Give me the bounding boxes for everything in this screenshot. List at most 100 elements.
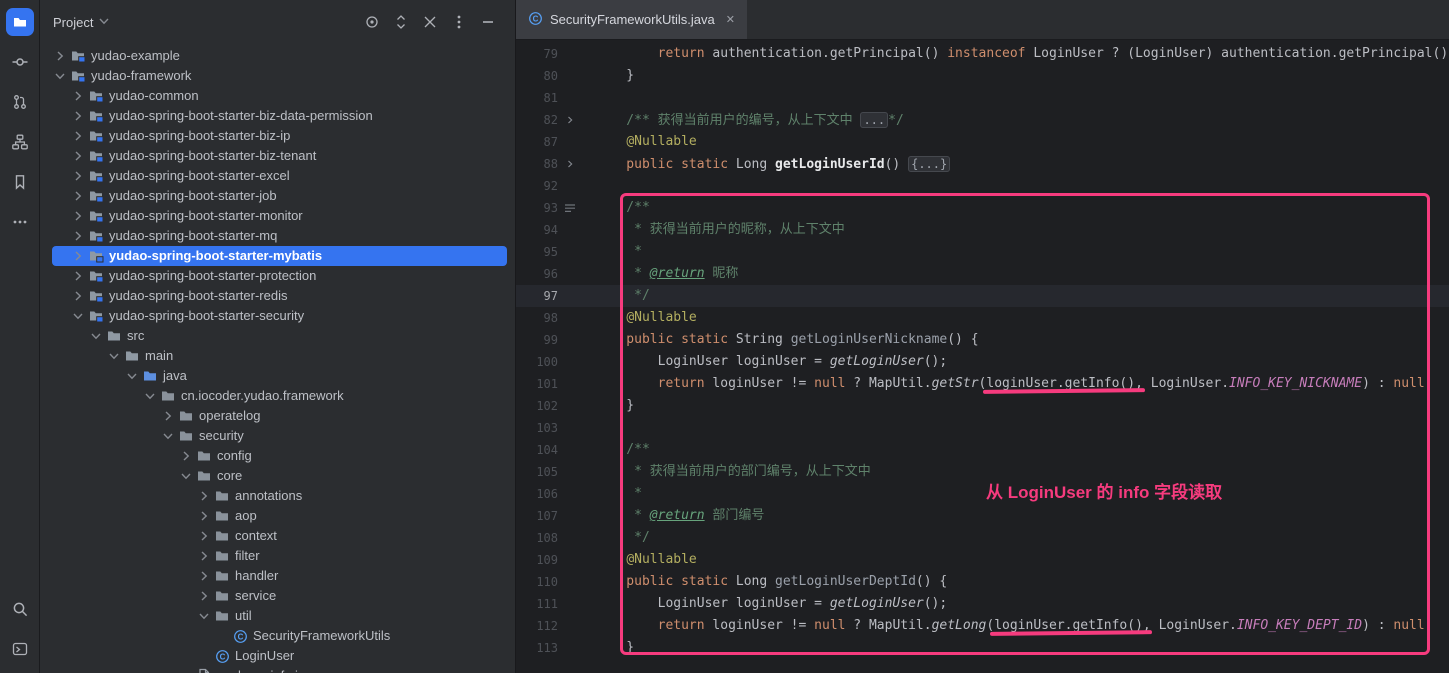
line-number[interactable]: 98 — [516, 307, 558, 329]
chevron-down-icon[interactable] — [178, 468, 194, 484]
code-line[interactable]: 79 return authentication.getPrincipal() … — [516, 43, 1449, 65]
tree-item-yudao-example[interactable]: yudao-example — [52, 46, 507, 66]
search-icon[interactable] — [6, 595, 34, 623]
code-line[interactable]: 113 } — [516, 637, 1449, 659]
code-line[interactable]: 80 } — [516, 65, 1449, 87]
line-number[interactable]: 112 — [516, 615, 558, 637]
tree-item-config[interactable]: config — [52, 446, 507, 466]
chevron-right-icon[interactable] — [160, 408, 176, 424]
line-number[interactable]: 99 — [516, 329, 558, 351]
line-number[interactable]: 87 — [516, 131, 558, 153]
chevron-right-icon[interactable] — [70, 128, 86, 144]
tree-item-yudao-spring-boot-starter-security[interactable]: yudao-spring-boot-starter-security — [52, 306, 507, 326]
code-line[interactable]: 104 /** — [516, 439, 1449, 461]
code-line[interactable]: 98 @Nullable — [516, 307, 1449, 329]
chevron-down-icon[interactable] — [70, 308, 86, 324]
locate-icon[interactable] — [361, 11, 383, 33]
tree-item-yudao-framework[interactable]: yudao-framework — [52, 66, 507, 86]
tree-item-loginuser[interactable]: CLoginUser — [52, 646, 507, 666]
fold-icon[interactable] — [558, 153, 582, 175]
more-vertical-icon[interactable] — [448, 11, 470, 33]
tree-item-cn-iocoder-yudao-framework[interactable]: cn.iocoder.yudao.framework — [52, 386, 507, 406]
tree-item-aop[interactable]: aop — [52, 506, 507, 526]
chevron-right-icon[interactable] — [178, 448, 194, 464]
project-icon[interactable] — [6, 8, 34, 36]
chevron-right-icon[interactable] — [70, 88, 86, 104]
line-number[interactable]: 80 — [516, 65, 558, 87]
code-line[interactable]: 92 — [516, 175, 1449, 197]
line-number[interactable]: 105 — [516, 461, 558, 483]
tree-item-operatelog[interactable]: operatelog — [52, 406, 507, 426]
close-icon[interactable]: ✕ — [726, 13, 735, 26]
code-editor[interactable]: 79 return authentication.getPrincipal() … — [516, 40, 1449, 673]
code-line[interactable]: 82 /** 获得当前用户的编号，从上下文中 ...*/ — [516, 109, 1449, 131]
tree-item-filter[interactable]: filter — [52, 546, 507, 566]
tree-item-handler[interactable]: handler — [52, 566, 507, 586]
line-number[interactable]: 111 — [516, 593, 558, 615]
line-number[interactable]: 101 — [516, 373, 558, 395]
code-line[interactable]: 101 return loginUser != null ? MapUtil.g… — [516, 373, 1449, 395]
tree-item-core[interactable]: core — [52, 466, 507, 486]
tree-item-annotations[interactable]: annotations — [52, 486, 507, 506]
editor-tab[interactable]: C SecurityFrameworkUtils.java ✕ — [516, 0, 747, 39]
tree-item-securityframeworkutils[interactable]: CSecurityFrameworkUtils — [52, 626, 507, 646]
code-line[interactable]: 99 public static String getLoginUserNick… — [516, 329, 1449, 351]
tree-item-yudao-spring-boot-starter-biz-tenant[interactable]: yudao-spring-boot-starter-biz-tenant — [52, 146, 507, 166]
line-number[interactable]: 103 — [516, 417, 558, 439]
tree-item-package-info-java[interactable]: package-info.java — [52, 666, 507, 673]
code-line[interactable]: 109 @Nullable — [516, 549, 1449, 571]
hide-panel-icon[interactable] — [477, 11, 499, 33]
line-number[interactable]: 93 — [516, 197, 558, 219]
chevron-down-icon[interactable] — [88, 328, 104, 344]
code-line[interactable]: 93 /** — [516, 197, 1449, 219]
tree-item-yudao-common[interactable]: yudao-common — [52, 86, 507, 106]
structure-icon[interactable] — [6, 128, 34, 156]
line-number[interactable]: 96 — [516, 263, 558, 285]
tree-item-yudao-spring-boot-starter-biz-data-permission[interactable]: yudao-spring-boot-starter-biz-data-permi… — [52, 106, 507, 126]
commit-icon[interactable] — [6, 48, 34, 76]
tree-item-util[interactable]: util — [52, 606, 507, 626]
chevron-down-icon[interactable] — [52, 68, 68, 84]
code-line[interactable]: 112 return loginUser != null ? MapUtil.g… — [516, 615, 1449, 637]
expand-all-icon[interactable] — [390, 11, 412, 33]
line-number[interactable]: 82 — [516, 109, 558, 131]
code-line[interactable]: 108 */ — [516, 527, 1449, 549]
code-line[interactable]: 111 LoginUser loginUser = getLoginUser()… — [516, 593, 1449, 615]
terminal-icon[interactable] — [6, 635, 34, 663]
tree-item-yudao-spring-boot-starter-job[interactable]: yudao-spring-boot-starter-job — [52, 186, 507, 206]
tree-item-yudao-spring-boot-starter-mybatis[interactable]: yudao-spring-boot-starter-mybatis — [52, 246, 507, 266]
tree-item-yudao-spring-boot-starter-excel[interactable]: yudao-spring-boot-starter-excel — [52, 166, 507, 186]
chevron-right-icon[interactable] — [70, 188, 86, 204]
chevron-down-icon[interactable] — [106, 348, 122, 364]
code-line[interactable]: 88 public static Long getLoginUserId() {… — [516, 153, 1449, 175]
tree-item-main[interactable]: main — [52, 346, 507, 366]
fold-icon[interactable] — [558, 109, 582, 131]
project-tool-menu[interactable]: Project — [53, 13, 112, 32]
tree-item-yudao-spring-boot-starter-redis[interactable]: yudao-spring-boot-starter-redis — [52, 286, 507, 306]
chevron-right-icon[interactable] — [70, 108, 86, 124]
chevron-down-icon[interactable] — [160, 428, 176, 444]
line-number[interactable]: 81 — [516, 87, 558, 109]
line-number[interactable]: 97 — [516, 285, 558, 307]
code-line[interactable]: 102 } — [516, 395, 1449, 417]
chevron-right-icon[interactable] — [196, 548, 212, 564]
chevron-right-icon[interactable] — [70, 228, 86, 244]
line-number[interactable]: 108 — [516, 527, 558, 549]
chevron-right-icon[interactable] — [70, 168, 86, 184]
line-number[interactable]: 106 — [516, 483, 558, 505]
line-number[interactable]: 79 — [516, 43, 558, 65]
code-line[interactable]: 106 * — [516, 483, 1449, 505]
more-icon[interactable] — [6, 208, 34, 236]
line-number[interactable]: 100 — [516, 351, 558, 373]
code-line[interactable]: 105 * 获得当前用户的部门编号，从上下文中 — [516, 461, 1449, 483]
line-number[interactable]: 88 — [516, 153, 558, 175]
tree-item-yudao-spring-boot-starter-mq[interactable]: yudao-spring-boot-starter-mq — [52, 226, 507, 246]
code-line[interactable]: 94 * 获得当前用户的昵称，从上下文中 — [516, 219, 1449, 241]
tree-item-service[interactable]: service — [52, 586, 507, 606]
chevron-right-icon[interactable] — [52, 48, 68, 64]
chevron-right-icon[interactable] — [196, 568, 212, 584]
line-number[interactable]: 94 — [516, 219, 558, 241]
line-number[interactable]: 109 — [516, 549, 558, 571]
line-number[interactable]: 104 — [516, 439, 558, 461]
chevron-down-icon[interactable] — [142, 388, 158, 404]
